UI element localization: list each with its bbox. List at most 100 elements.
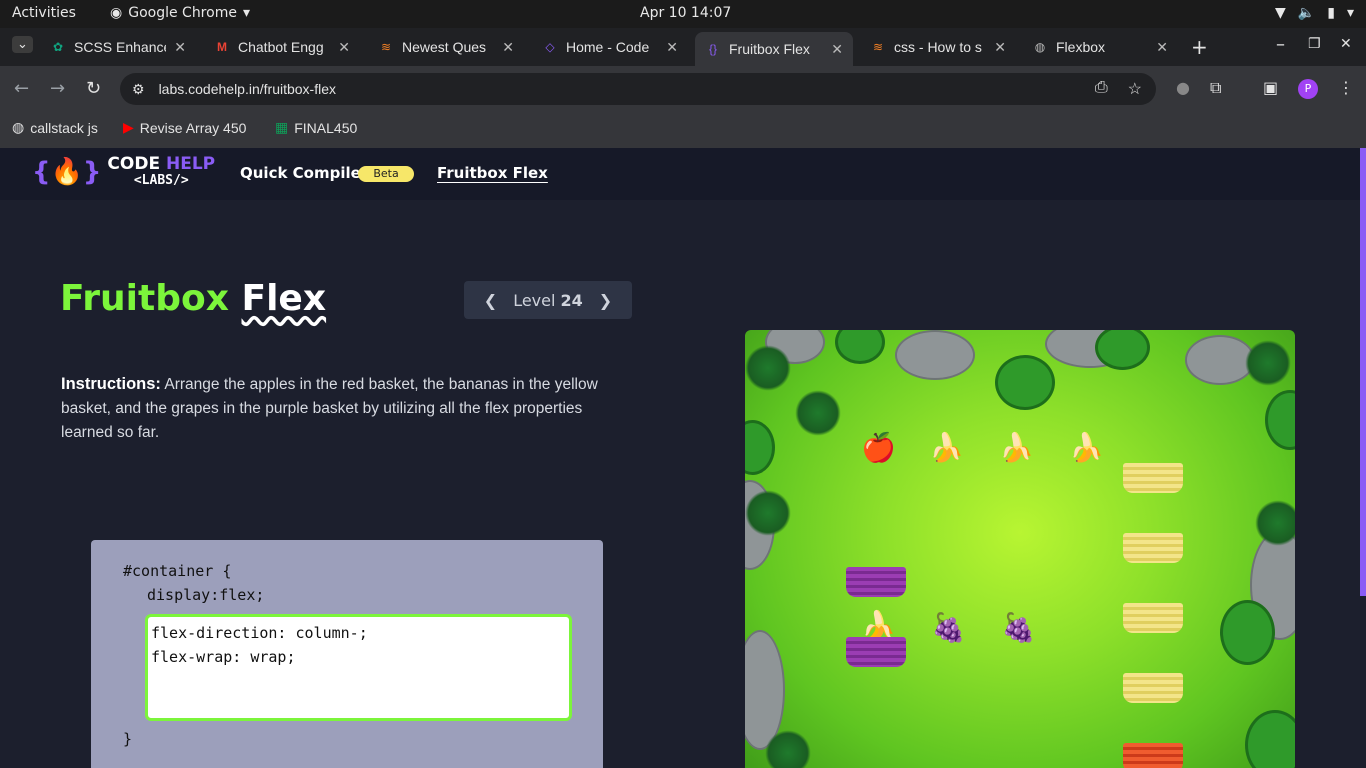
yellow-basket <box>1123 533 1183 563</box>
leaf-decoration <box>745 345 791 391</box>
system-top-bar: Activities ◉ Google Chrome ▾ Apr 10 14:0… <box>0 0 1366 28</box>
nav-quick-compiler[interactable]: Quick Compiler <box>240 164 368 182</box>
css-input[interactable]: flex-direction: column-; flex-wrap: wrap… <box>145 614 572 721</box>
bush-decoration <box>1265 390 1295 450</box>
close-icon[interactable]: ✕ <box>831 41 843 58</box>
tab[interactable]: ◇ Home - Code ✕ <box>532 32 688 62</box>
tab-search-button[interactable]: ⌄ <box>12 36 33 53</box>
site-info-icon[interactable]: ⚙ <box>132 81 145 98</box>
flame-brackets-icon: {🔥} <box>32 157 102 187</box>
extensions-puzzle-icon[interactable]: ⧉ <box>1210 78 1221 98</box>
purple-basket <box>846 567 906 597</box>
address-bar[interactable]: ⚙ labs.codehelp.in/fruitbox-flex ⎙ ☆ <box>120 73 1156 105</box>
beta-badge: Beta <box>358 166 414 182</box>
level-selector: ❮ Level 24 ❯ <box>464 281 632 319</box>
bush-decoration <box>1220 600 1275 665</box>
url-text[interactable]: labs.codehelp.in/fruitbox-flex <box>159 81 336 97</box>
yellow-basket <box>1123 603 1183 633</box>
banana-icon: 🍌 <box>999 431 1034 464</box>
volume-icon: 🔈 <box>1297 5 1316 21</box>
yellow-basket <box>1123 673 1183 703</box>
stackoverflow-icon: ≋ <box>380 40 392 54</box>
code-line: display:flex; <box>147 586 265 604</box>
codehelp-icon: ◇ <box>545 40 555 54</box>
yellow-basket <box>1123 463 1183 493</box>
tab[interactable]: ◍ Flexbox ✕ <box>1022 32 1178 62</box>
bookmark-label: callstack js <box>30 119 98 136</box>
system-tray[interactable]: ▼ 🔈 ▮ ▾ <box>1275 5 1354 21</box>
close-icon[interactable]: ✕ <box>174 39 186 56</box>
leaf-decoration <box>795 390 841 436</box>
minimize-button[interactable]: – <box>1276 34 1285 55</box>
globe-icon: ◍ <box>1034 40 1046 54</box>
close-icon[interactable]: ✕ <box>1156 39 1168 56</box>
codehelp-icon: {} <box>708 42 717 56</box>
chevron-right-icon[interactable]: ❯ <box>599 291 612 310</box>
tab-title: Fruitbox Flex <box>729 41 810 57</box>
youtube-icon: ▶ <box>123 119 134 135</box>
side-panel-icon[interactable]: ▣ <box>1263 78 1278 97</box>
bookmark-star-icon[interactable]: ☆ <box>1128 79 1142 99</box>
tab-title: SCSS Enhance <box>74 39 167 55</box>
bookmark-item[interactable]: ▶ Revise Array 450 <box>123 119 246 136</box>
apple-icon: 🍎 <box>861 431 896 464</box>
close-icon[interactable]: ✕ <box>666 39 678 56</box>
install-app-icon[interactable]: ⎙ <box>1095 79 1108 99</box>
page-scrollbar[interactable] <box>1360 148 1366 596</box>
close-icon[interactable]: ✕ <box>994 39 1006 56</box>
bush-decoration <box>1095 330 1150 370</box>
sheets-icon: ▦ <box>275 119 289 135</box>
leaf-decoration <box>1255 500 1295 546</box>
clock[interactable]: Apr 10 14:07 <box>640 5 731 21</box>
caret-down-icon: ▾ <box>1346 5 1354 21</box>
bush-decoration <box>995 355 1055 410</box>
close-icon[interactable]: ✕ <box>502 39 514 56</box>
code-line: } <box>123 730 133 748</box>
banana-icon: 🍌 <box>861 609 896 642</box>
bookmark-label: Revise Array 450 <box>139 119 247 136</box>
tab-title: Flexbox <box>1056 39 1106 55</box>
purple-basket <box>846 637 906 667</box>
tab[interactable]: ≋ Newest Ques ✕ <box>368 32 524 62</box>
tab[interactable]: ✿ SCSS Enhance ✕ <box>40 32 196 62</box>
stackoverflow-icon: ≋ <box>872 40 884 54</box>
grapes-icon: 🍇 <box>931 611 966 644</box>
reload-icon[interactable]: ↻ <box>86 78 101 99</box>
forward-arrow-icon[interactable]: → <box>50 78 65 99</box>
bush-decoration <box>745 420 775 475</box>
menu-kebab-icon[interactable]: ⋮ <box>1338 78 1354 97</box>
leaf-decoration <box>1245 340 1291 386</box>
tab-title: css - How to s <box>894 39 982 55</box>
bush-decoration <box>835 330 885 364</box>
maximize-button[interactable]: ❐ <box>1308 36 1321 52</box>
globe-icon: ◍ <box>12 119 25 135</box>
red-basket <box>1123 743 1183 768</box>
caret-down-icon: ▾ <box>242 5 250 21</box>
close-window-button[interactable]: ✕ <box>1340 36 1352 52</box>
bookmark-item[interactable]: ▦ FINAL450 <box>275 119 357 136</box>
close-icon[interactable]: ✕ <box>338 39 350 56</box>
activities-button[interactable]: Activities <box>12 5 76 21</box>
tab-strip: ⌄ ✿ SCSS Enhance ✕ M Chatbot Engg ✕ ≋ Ne… <box>0 28 1366 84</box>
profile-avatar[interactable]: P <box>1298 79 1318 99</box>
chrome-icon: ◉ <box>110 5 123 21</box>
css-editor: #container { display:flex; flex-directio… <box>91 540 603 768</box>
tab[interactable]: ≋ css - How to s ✕ <box>860 32 1016 62</box>
tab-active[interactable]: {} Fruitbox Flex ✕ <box>695 32 853 66</box>
tab[interactable]: M Chatbot Engg ✕ <box>204 32 360 62</box>
wifi-icon: ▼ <box>1275 5 1286 21</box>
chevron-left-icon[interactable]: ❮ <box>484 291 497 310</box>
bookmark-item[interactable]: ◍ callstack js <box>12 119 98 136</box>
openai-icon: ✿ <box>52 40 64 54</box>
app-menu[interactable]: ◉ Google Chrome ▾ <box>110 5 250 21</box>
nav-fruitbox-flex[interactable]: Fruitbox Flex <box>437 164 548 182</box>
gmail-icon: M <box>217 40 227 54</box>
extension-icon[interactable]: ● <box>1176 78 1190 97</box>
codehelp-logo[interactable]: {🔥} CODE HELP <LABS/> <box>32 156 215 189</box>
new-tab-button[interactable]: + <box>1191 35 1208 59</box>
site-header: {🔥} CODE HELP <LABS/> Quick Compiler Bet… <box>0 148 1360 200</box>
back-arrow-icon[interactable]: ← <box>14 78 29 99</box>
battery-icon: ▮ <box>1327 5 1335 21</box>
banana-icon: 🍌 <box>1069 431 1104 464</box>
code-line: #container { <box>123 562 232 580</box>
